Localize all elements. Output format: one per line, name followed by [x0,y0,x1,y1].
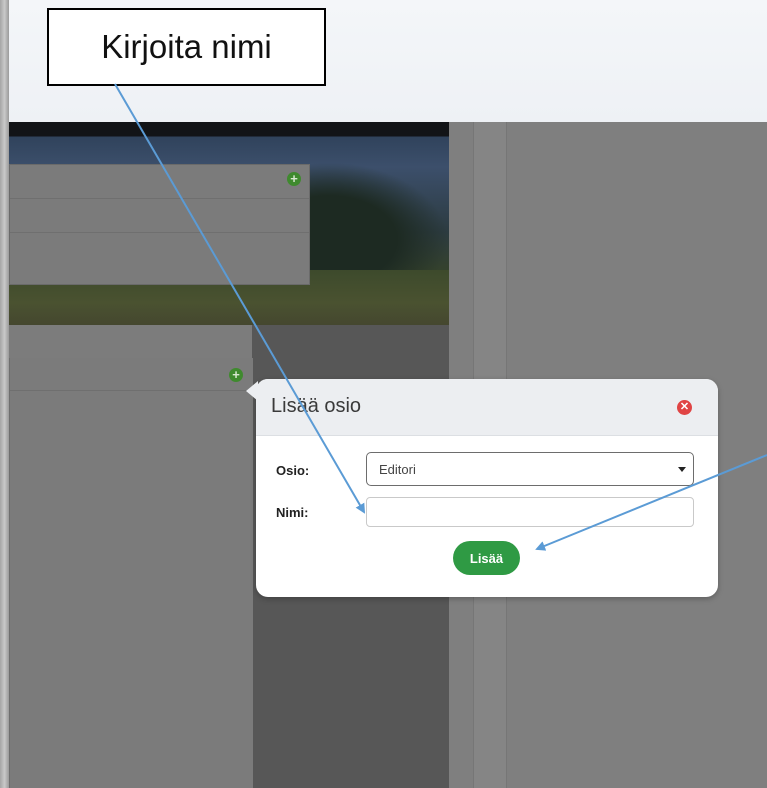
dialog-title: Lisää osio [271,395,362,417]
section-select-value: Editori [379,462,416,477]
close-icon[interactable]: ✕ [677,400,692,415]
widget-row [10,165,309,199]
add-section-dialog: Lisää osio ✕ Osio: Editori Nimi: Lisää [246,379,718,597]
add-section-icon[interactable]: + [287,172,301,186]
add-button[interactable]: Lisää [453,541,520,575]
name-label: Nimi: [276,505,309,520]
name-input[interactable] [366,497,694,527]
widget-header [10,358,253,391]
chevron-down-icon [678,467,686,472]
section-label: Osio: [276,463,310,478]
dialog-header: Lisää osio ✕ [256,379,718,436]
widget-row [10,199,309,233]
annotation-callout: Kirjoita nimi [47,8,326,86]
add-section-icon-2[interactable]: + [229,368,243,382]
left-edge-strip [0,0,9,788]
callout-text: Kirjoita nimi [101,28,272,65]
content-widget [9,164,310,285]
content-widget-2 [9,358,253,788]
section-select[interactable]: Editori [366,452,694,486]
